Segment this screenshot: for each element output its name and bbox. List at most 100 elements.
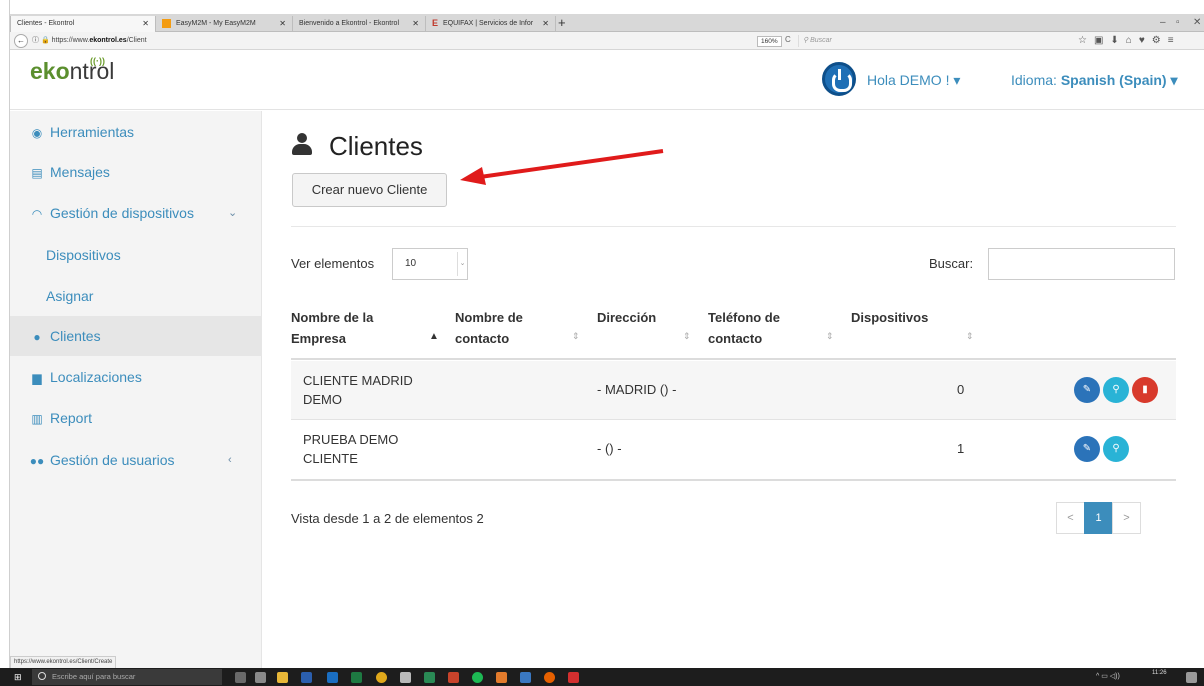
- outlook-icon[interactable]: [327, 672, 338, 683]
- tab-title: EasyM2M - My EasyM2M: [175, 20, 256, 27]
- close-tab-icon[interactable]: ✕: [279, 16, 286, 32]
- windows-taskbar: ⊞ Escribe aquí para buscar ^ ▭ ◁)) 11:26: [0, 668, 1204, 686]
- language-label: Idioma:: [1011, 72, 1061, 88]
- delete-button[interactable]: ▮: [1132, 377, 1158, 403]
- sidebar-item-herramientas[interactable]: ◉ Herramientas: [10, 112, 262, 152]
- photos-icon[interactable]: [520, 672, 531, 683]
- app-icon[interactable]: [400, 672, 411, 683]
- url-bar[interactable]: ⓘ 🔒 https://www.ekontrol.es/Client: [32, 35, 147, 47]
- logo-eko: eko: [30, 58, 70, 84]
- view-button[interactable]: ⚲: [1103, 377, 1129, 403]
- messages-icon: ▤: [31, 166, 43, 180]
- column-header-devices[interactable]: Dispositivos: [851, 307, 928, 328]
- sidebar-item-localizaciones[interactable]: ▆ Localizaciones: [10, 357, 262, 397]
- firefox-icon[interactable]: [544, 672, 555, 683]
- project-icon[interactable]: [424, 672, 435, 683]
- power-icon[interactable]: [822, 62, 856, 96]
- column-header-line: contacto: [708, 331, 763, 346]
- app-icon[interactable]: [568, 672, 579, 683]
- excel-icon[interactable]: [351, 672, 362, 683]
- select-arrow-icon: ⌄: [457, 252, 467, 276]
- column-header-line: Teléfono de: [708, 310, 780, 325]
- edit-button[interactable]: ✎: [1074, 377, 1100, 403]
- close-tab-icon[interactable]: ✕: [142, 16, 149, 32]
- sidebar-item-gestion-dispositivos[interactable]: ◠ Gestión de dispositivos ⌄: [10, 193, 262, 233]
- url-domain: ekontrol.es: [89, 37, 127, 44]
- sidebar-item-mensajes[interactable]: ▤ Mensajes: [10, 152, 262, 192]
- spotify-icon[interactable]: [472, 672, 483, 683]
- browser-search-input[interactable]: ⚲ Buscar: [798, 35, 978, 47]
- sort-icon[interactable]: ⇕: [826, 331, 834, 342]
- taskbar-search-placeholder: Escribe aquí para buscar: [52, 672, 136, 681]
- windows-start-icon[interactable]: ⊞: [14, 672, 22, 682]
- table-header-divider: [291, 358, 1176, 360]
- file-explorer-icon[interactable]: [277, 672, 288, 683]
- browser-tab-bienvenido[interactable]: Bienvenido a Ekontrol - Ekontrol ✕: [293, 16, 426, 32]
- sort-icon[interactable]: ⇕: [966, 331, 974, 342]
- zoom-level[interactable]: 160%: [757, 36, 782, 47]
- create-client-button[interactable]: Crear nuevo Cliente: [292, 173, 447, 207]
- table-row[interactable]: PRUEBA DEMO CLIENTE - () - 1 ✎ ⚲: [291, 420, 1176, 478]
- browser-tab-equifax[interactable]: E EQUIFAX | Servicios de Infor ✕: [426, 16, 556, 32]
- mic-icon[interactable]: [235, 672, 246, 683]
- browser-tab-easym2m[interactable]: EasyM2M - My EasyM2M ✕: [156, 16, 293, 32]
- equifax-favicon-icon: E: [432, 17, 439, 28]
- search-icon: ⚲: [1112, 443, 1120, 454]
- column-header-contact[interactable]: Nombre de contacto: [455, 307, 523, 349]
- bar-chart-icon: ▥: [31, 412, 43, 426]
- app-icon[interactable]: [496, 672, 507, 683]
- view-button[interactable]: ⚲: [1103, 436, 1129, 462]
- task-view-icon[interactable]: [255, 672, 266, 683]
- sort-asc-icon[interactable]: ▲: [429, 331, 439, 342]
- reload-icon[interactable]: C: [785, 35, 791, 44]
- page-size-select[interactable]: 10 ⌄: [392, 248, 468, 280]
- search-input[interactable]: [988, 248, 1175, 280]
- sidebar-item-asignar[interactable]: Asignar: [10, 276, 262, 316]
- sidebar-item-label: Report: [50, 410, 93, 426]
- sidebar-item-report[interactable]: ▥ Report: [10, 398, 262, 438]
- edit-button[interactable]: ✎: [1074, 436, 1100, 462]
- search-placeholder: Buscar: [810, 37, 832, 44]
- close-tab-icon[interactable]: ✕: [412, 16, 419, 32]
- word-icon[interactable]: [301, 672, 312, 683]
- maximize-icon[interactable]: ▫: [1176, 15, 1180, 31]
- taskbar-search-input[interactable]: Escribe aquí para buscar: [32, 669, 222, 685]
- chrome-icon[interactable]: [376, 672, 387, 683]
- pagination-page-1[interactable]: 1: [1084, 502, 1113, 534]
- page-title-text: Clientes: [329, 131, 423, 161]
- notifications-icon[interactable]: [1186, 672, 1197, 683]
- back-arrow-icon[interactable]: ←: [14, 34, 28, 48]
- powerpoint-icon[interactable]: [448, 672, 459, 683]
- user-menu[interactable]: Hola DEMO ! ▾: [867, 72, 960, 89]
- system-tray-icons[interactable]: ^ ▭ ◁)): [1096, 672, 1120, 682]
- new-tab-button[interactable]: +: [558, 15, 566, 31]
- browser-tab-clientes[interactable]: Clientes - Ekontrol ✕: [10, 16, 156, 32]
- column-header-line: Dispositivos: [851, 310, 929, 325]
- pagination-prev-button[interactable]: <: [1056, 502, 1085, 534]
- clock-time: 11:26: [1152, 670, 1167, 676]
- sort-icon[interactable]: ⇕: [683, 331, 691, 342]
- taskbar-clock[interactable]: 11:26: [1152, 669, 1167, 677]
- sidebar-item-dispositivos[interactable]: Dispositivos: [10, 235, 262, 275]
- table-row[interactable]: CLIENTE MADRID DEMO - MADRID () - 0 ✎ ⚲ …: [291, 361, 1176, 419]
- close-tab-icon[interactable]: ✕: [542, 16, 549, 32]
- browser-toolbar: ← ⓘ 🔒 https://www.ekontrol.es/Client 160…: [10, 32, 1204, 50]
- ekontrol-logo[interactable]: ekontrol ((·)): [30, 56, 114, 85]
- sidebar-item-gestion-usuarios[interactable]: ●● Gestión de usuarios ‹: [10, 440, 262, 480]
- minimize-icon[interactable]: –: [1160, 15, 1166, 31]
- cortana-icon: [38, 672, 46, 680]
- cell-company-line: CLIENTE MADRID: [303, 373, 413, 388]
- close-window-icon[interactable]: ✕: [1193, 15, 1201, 31]
- language-menu[interactable]: Idioma: Spanish (Spain) ▾: [1011, 72, 1178, 89]
- sort-icon[interactable]: ⇕: [572, 331, 580, 342]
- pagination-next-button[interactable]: >: [1112, 502, 1141, 534]
- left-margin: [0, 0, 10, 668]
- sidebar-item-clientes[interactable]: ● Clientes: [10, 316, 262, 356]
- main-content: Clientes Crear nuevo Cliente Ver element…: [263, 111, 1204, 668]
- wifi-icon: ◠: [31, 207, 43, 221]
- column-header-address[interactable]: Dirección: [597, 307, 656, 328]
- column-header-phone[interactable]: Teléfono de contacto: [708, 307, 780, 349]
- cell-company-line: PRUEBA DEMO: [303, 432, 399, 447]
- column-header-company[interactable]: Nombre de la Empresa: [291, 307, 373, 349]
- browser-toolbar-icons[interactable]: ☆▣⬇⌂♥⚙≡: [1078, 34, 1181, 48]
